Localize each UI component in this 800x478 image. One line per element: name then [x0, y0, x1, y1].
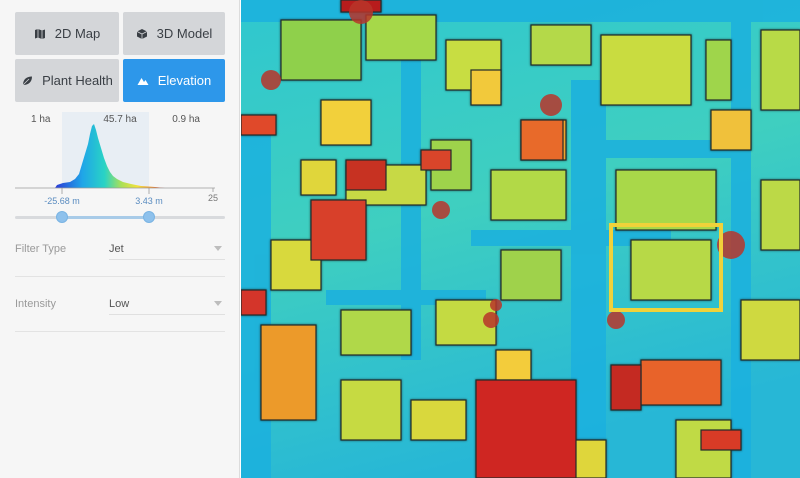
elevation-range-slider[interactable]	[15, 210, 225, 224]
filter-type-label: Filter Type	[15, 243, 67, 255]
view-mode-switcher: 2D Map 3D Model Plant Health Elevation	[15, 12, 225, 102]
leaf-icon	[21, 75, 33, 87]
high-value-label: 3.43 m	[135, 196, 163, 206]
intensity-select[interactable]: Low	[109, 293, 225, 315]
control-panel: 2D Map 3D Model Plant Health Elevation -…	[0, 0, 240, 478]
3d-model-button[interactable]: 3D Model	[123, 12, 225, 55]
divider	[15, 331, 225, 332]
stat-min: 1 ha	[31, 114, 51, 125]
slider-high-handle[interactable]	[143, 211, 155, 223]
plant-health-button[interactable]: Plant Health	[15, 59, 119, 102]
chevron-down-icon	[214, 301, 222, 306]
elevation-button[interactable]: Elevation	[123, 59, 225, 102]
chevron-down-icon	[214, 246, 222, 251]
low-value-label: -25.68 m	[44, 196, 80, 206]
intensity-value: Low	[109, 297, 130, 310]
2d-map-button[interactable]: 2D Map	[15, 12, 119, 55]
divider	[15, 276, 225, 277]
map-icon	[34, 28, 46, 40]
cube-icon	[136, 28, 148, 40]
elevation-label: Elevation	[157, 73, 212, 88]
axis-end-label: 25	[208, 193, 218, 203]
elevation-map-viewport[interactable]	[241, 0, 800, 478]
filter-type-value: Jet	[109, 242, 124, 255]
3d-model-label: 3D Model	[156, 26, 213, 41]
slider-range-fill	[62, 216, 149, 219]
intensity-row: Intensity Low	[15, 289, 225, 319]
plant-health-label: Plant Health	[42, 73, 113, 88]
2d-map-label: 2D Map	[54, 26, 101, 41]
filter-type-row: Filter Type Jet	[15, 234, 225, 264]
intensity-label: Intensity	[15, 298, 56, 310]
stat-mid: 45.7 ha	[103, 114, 137, 125]
slider-low-handle[interactable]	[56, 211, 68, 223]
stat-max: 0.9 ha	[172, 114, 200, 125]
filter-type-select[interactable]: Jet	[109, 238, 225, 260]
histogram-stats: 1 ha 45.7 ha 0.9 ha	[15, 114, 225, 128]
elevation-map[interactable]	[241, 0, 800, 478]
mountain-icon	[137, 75, 149, 87]
